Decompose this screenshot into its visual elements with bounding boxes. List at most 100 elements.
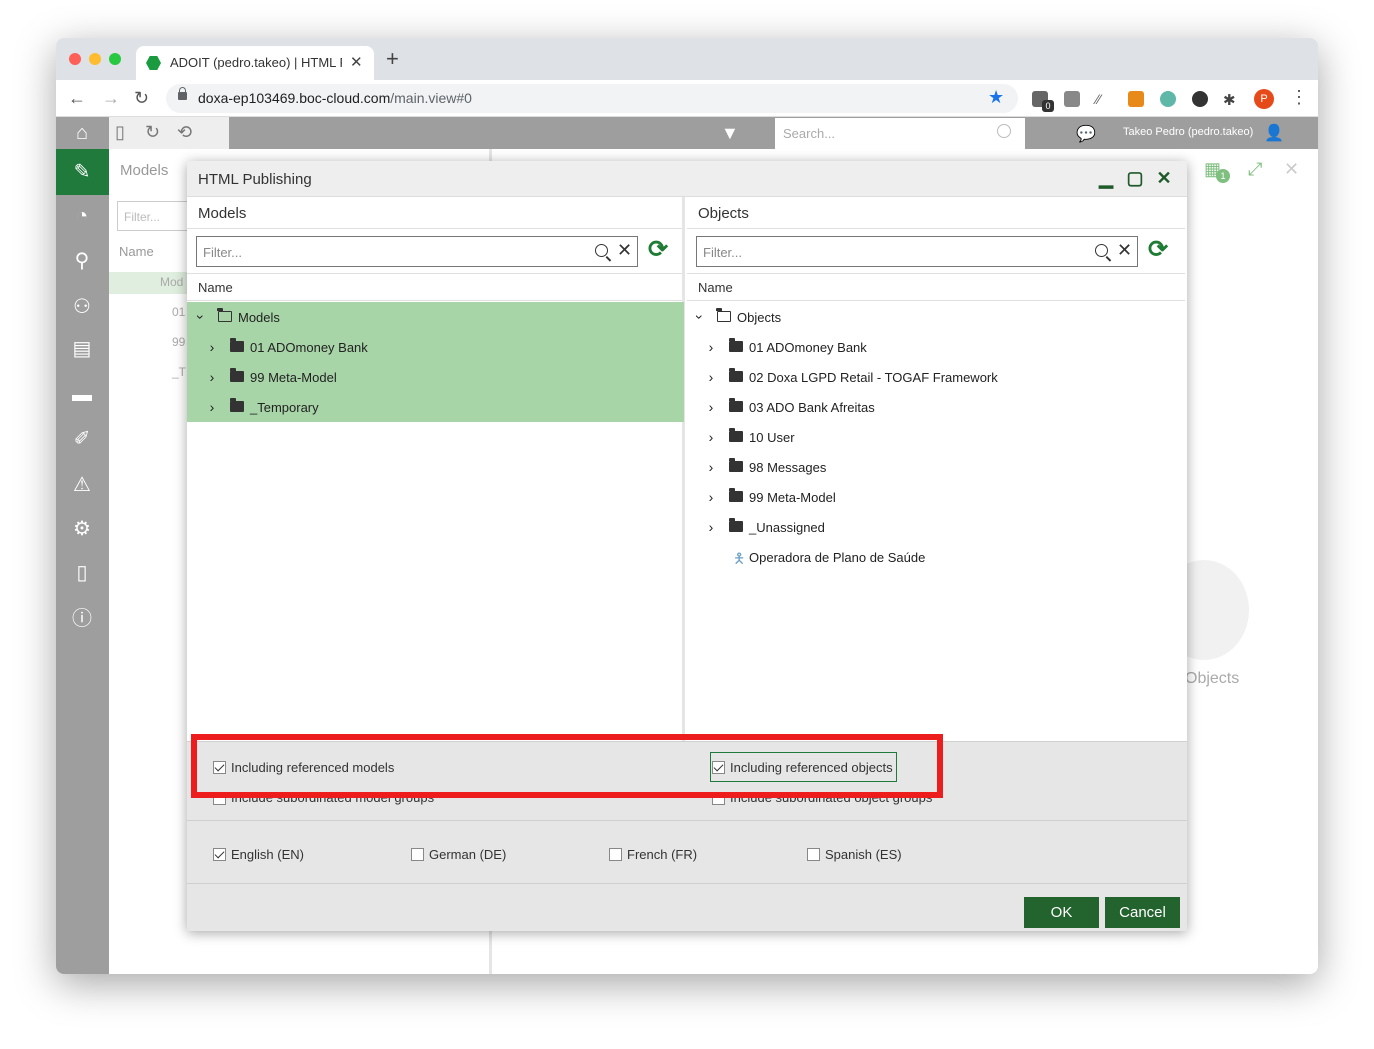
- objects-clear-icon[interactable]: ✕: [1117, 240, 1132, 261]
- models-filter-input[interactable]: Filter... ✕: [196, 236, 638, 267]
- lang-en-label[interactable]: English (EN): [231, 847, 304, 862]
- models-search-icon[interactable]: [595, 244, 608, 257]
- tree-row[interactable]: › 01 ADOmoney Bank: [687, 332, 1185, 362]
- expand-icon[interactable]: ⤢: [1248, 159, 1262, 180]
- home-button[interactable]: ⌂: [56, 117, 109, 149]
- extension-orange-icon[interactable]: [1128, 91, 1144, 107]
- chevron-down-icon[interactable]: ›: [692, 311, 708, 323]
- close-dialog-icon[interactable]: ✕: [1154, 168, 1174, 188]
- chevron-right-icon[interactable]: ›: [705, 459, 717, 475]
- chevron-right-icon[interactable]: ›: [705, 369, 717, 385]
- chevron-right-icon[interactable]: ›: [206, 399, 218, 415]
- users-icon[interactable]: ⚇: [70, 295, 94, 319]
- tree-row-models-root[interactable]: › Models: [187, 302, 684, 332]
- new-document-icon[interactable]: ▯: [115, 122, 125, 143]
- extensions-puzzle-icon[interactable]: ✱: [1223, 91, 1239, 109]
- background-filter-input[interactable]: Filter...: [117, 201, 197, 231]
- chevron-right-icon[interactable]: ›: [206, 339, 218, 355]
- models-clear-icon[interactable]: ✕: [617, 240, 632, 261]
- folder-icon: [729, 368, 743, 382]
- tree-row[interactable]: › 99 Meta-Model: [187, 362, 684, 392]
- maximize-window-button[interactable]: [109, 53, 121, 65]
- tree-row[interactable]: › 01 ADOmoney Bank: [187, 332, 684, 362]
- user-label[interactable]: Takeo Pedro (pedro.takeo): [1123, 126, 1253, 138]
- app-search-icon[interactable]: [997, 124, 1011, 138]
- ok-button[interactable]: OK: [1024, 897, 1099, 928]
- minimize-window-button[interactable]: [89, 53, 101, 65]
- objects-filter-input[interactable]: Filter... ✕: [696, 236, 1138, 267]
- pie-chart-icon[interactable]: ◔: [70, 204, 94, 228]
- profile-avatar[interactable]: P: [1254, 89, 1274, 109]
- background-filter-placeholder: Filter...: [124, 210, 161, 224]
- lang-de-label[interactable]: German (DE): [429, 847, 506, 862]
- filter-funnel-icon[interactable]: ▼: [721, 123, 739, 144]
- models-column-header[interactable]: Name: [187, 273, 682, 301]
- lang-de-checkbox[interactable]: [411, 848, 424, 861]
- back-icon[interactable]: ←: [68, 88, 86, 109]
- objects-search-icon[interactable]: [1095, 244, 1108, 257]
- chevron-right-icon[interactable]: ›: [705, 519, 717, 535]
- blocks-icon[interactable]: ▬: [70, 383, 94, 407]
- tree-label: 01 ADOmoney Bank: [250, 340, 368, 355]
- tree-row-objects-root[interactable]: › Objects: [687, 302, 1185, 332]
- chevron-right-icon[interactable]: ›: [705, 399, 717, 415]
- address-bar[interactable]: doxa-ep103469.boc-cloud.com/main.view#0 …: [166, 84, 1018, 113]
- bookmark-star-icon[interactable]: ★: [988, 87, 1004, 108]
- new-tab-button[interactable]: +: [386, 48, 399, 70]
- background-models-title: Models: [120, 162, 169, 179]
- extension-search-icon[interactable]: [1192, 91, 1208, 107]
- close-panel-icon[interactable]: ✕: [1284, 159, 1299, 180]
- lang-en-checkbox[interactable]: [213, 848, 226, 861]
- extension-cat-icon[interactable]: [1160, 91, 1176, 107]
- tab-close-icon[interactable]: ✕: [350, 53, 363, 71]
- objects-pane: Objects Filter... ✕ ⟳ Name › Objects › 0…: [687, 197, 1185, 741]
- chevron-right-icon[interactable]: ›: [705, 339, 717, 355]
- cancel-button[interactable]: Cancel: [1105, 897, 1180, 928]
- tree-row[interactable]: 🯅 Operadora de Plano de Saúde: [687, 542, 1185, 572]
- chevron-right-icon[interactable]: ›: [206, 369, 218, 385]
- tree-row[interactable]: › 98 Messages: [687, 452, 1185, 482]
- background-models-row[interactable]: [109, 272, 199, 294]
- tree-row[interactable]: › 02 Doxa LGPD Retail - TOGAF Framework: [687, 362, 1185, 392]
- refresh-view-icon[interactable]: ↻: [145, 122, 160, 143]
- extension-chart-icon[interactable]: ⁄⁄: [1096, 91, 1112, 107]
- lang-es-label[interactable]: Spanish (ES): [825, 847, 902, 862]
- lang-es-checkbox[interactable]: [807, 848, 820, 861]
- browser-menu-icon[interactable]: ⋮: [1290, 87, 1308, 108]
- tree-row[interactable]: › 03 ADO Bank Afreitas: [687, 392, 1185, 422]
- history-icon[interactable]: ⟲: [177, 122, 192, 143]
- tree-row[interactable]: › _Unassigned: [687, 512, 1185, 542]
- chevron-right-icon[interactable]: ›: [705, 429, 717, 445]
- reload-icon[interactable]: ↻: [134, 88, 149, 109]
- tree-row[interactable]: › 99 Meta-Model: [687, 482, 1185, 512]
- gears-icon[interactable]: ⚙: [70, 517, 94, 541]
- chat-icon[interactable]: 💬: [1076, 124, 1096, 144]
- user-icon[interactable]: 👤: [1264, 123, 1284, 143]
- app-search-input[interactable]: Search...: [775, 118, 1025, 149]
- close-window-button[interactable]: [69, 53, 81, 65]
- extension-camera-icon[interactable]: [1064, 91, 1080, 107]
- warning-icon[interactable]: ⚠: [70, 473, 94, 497]
- tree-row[interactable]: › 10 User: [687, 422, 1185, 452]
- search-icon[interactable]: ⚲: [70, 249, 94, 273]
- lang-fr-label[interactable]: French (FR): [627, 847, 697, 862]
- objects-column-header[interactable]: Name: [687, 273, 1185, 301]
- objects-refresh-icon[interactable]: ⟳: [1148, 235, 1168, 264]
- edit-form-icon[interactable]: ✐: [70, 427, 94, 451]
- browser-window: ADOIT (pedro.takeo) | HTML R ✕ + ← → ↻ d…: [56, 38, 1318, 974]
- forward-icon[interactable]: →: [102, 88, 120, 109]
- info-icon[interactable]: ⓘ: [70, 607, 94, 631]
- tree-row[interactable]: › _Temporary: [187, 392, 684, 422]
- tree-label: Operadora de Plano de Saúde: [749, 550, 926, 565]
- chevron-right-icon[interactable]: ›: [705, 489, 717, 505]
- person-icon: 🯅: [733, 550, 746, 566]
- chevron-down-icon[interactable]: ›: [193, 311, 209, 323]
- minimize-dialog-icon[interactable]: ▁: [1096, 168, 1116, 188]
- browser-tab[interactable]: ADOIT (pedro.takeo) | HTML R ✕: [136, 46, 374, 80]
- sidebar-item-modelling[interactable]: ✎: [56, 149, 109, 195]
- document-icon[interactable]: ▯: [70, 561, 94, 585]
- models-refresh-icon[interactable]: ⟳: [648, 235, 668, 264]
- newspaper-icon[interactable]: ▤: [70, 337, 94, 361]
- maximize-dialog-icon[interactable]: ▢: [1125, 168, 1145, 188]
- lang-fr-checkbox[interactable]: [609, 848, 622, 861]
